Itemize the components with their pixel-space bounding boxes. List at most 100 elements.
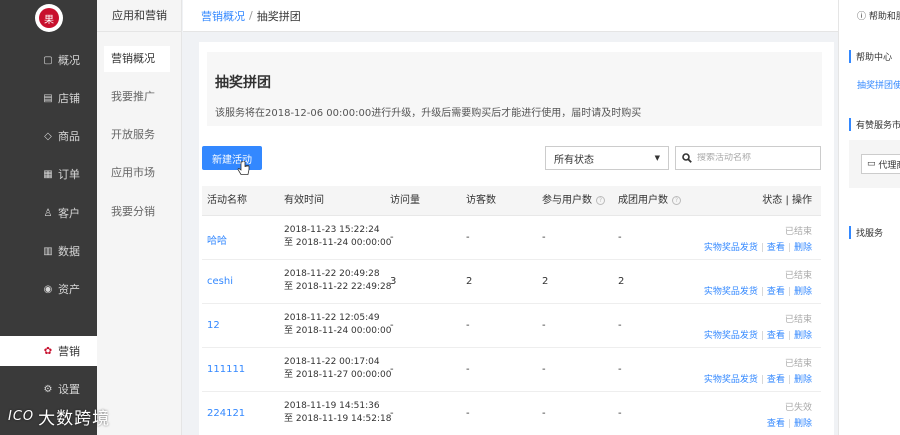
main-card: 抽奖拼团 该服务将在2018-12-06 00:00:00进行升级，升级后需要购… xyxy=(199,42,834,435)
table-row: 12 2018-11-22 12:05:49 至 2018-11-24 00:00:… xyxy=(202,304,821,348)
sidebar-item-label: 设置 xyxy=(58,383,80,396)
activity-name-link[interactable]: 哈哈 xyxy=(207,232,227,247)
service-market-heading: 有赞服务市场 xyxy=(849,118,900,131)
customer-icon: ♙ xyxy=(43,207,53,219)
marketing-icon: ✿ xyxy=(43,345,53,357)
op-separator: | xyxy=(787,419,791,429)
sidebar-item-customers[interactable]: ♙ 客户 xyxy=(0,198,97,228)
participants-value: - xyxy=(542,320,546,331)
activity-name-link[interactable]: 111111 xyxy=(207,364,245,375)
op-link[interactable]: 查看 xyxy=(767,419,785,429)
sidebar-item-label: 营销 xyxy=(58,345,80,358)
visitors-value: - xyxy=(466,232,470,243)
help-center-heading: 帮助中心 xyxy=(849,50,892,63)
subnav-item-open-service[interactable]: 开放服务 xyxy=(104,122,170,148)
search-input[interactable] xyxy=(697,153,817,163)
sidebar-item-settings[interactable]: ⚙ 设置 xyxy=(0,374,97,404)
sidebar-item-assets[interactable]: ◉ 资产 xyxy=(0,274,97,304)
op-link[interactable]: 删除 xyxy=(794,287,812,297)
visitors-value: 2 xyxy=(466,276,473,287)
end-time: 至 2018-11-22 22:49:28 xyxy=(284,282,392,292)
caret-down-icon: ▼ xyxy=(654,154,660,162)
subnav-header: 应用和营销 xyxy=(97,0,182,32)
op-link[interactable]: 实物奖品发货 xyxy=(704,287,758,297)
subnav-item-promote[interactable]: 我要推广 xyxy=(104,84,170,110)
valid-time: 2018-11-22 20:49:28 至 2018-11-22 22:49:28 xyxy=(284,268,391,294)
end-time: 至 2018-11-19 14:52:18 xyxy=(284,414,392,424)
op-separator: | xyxy=(787,243,791,253)
start-time: 2018-11-22 12:05:49 xyxy=(284,313,380,323)
status-select[interactable]: 所有状态 ▼ xyxy=(545,146,669,170)
col-name: 活动名称 xyxy=(207,195,247,206)
op-link[interactable]: 实物奖品发货 xyxy=(704,243,758,253)
col-visitors: 访客数 xyxy=(466,195,496,206)
sidebar-item-data[interactable]: ▥ 数据 xyxy=(0,236,97,266)
sidebar-item-overview[interactable]: ▢ 概况 xyxy=(0,45,97,75)
op-link[interactable]: 查看 xyxy=(767,375,785,385)
sidebar-item-label: 资产 xyxy=(58,283,80,296)
monitor-icon: ▢ xyxy=(43,54,53,66)
sidebar-item-label: 概况 xyxy=(58,54,80,67)
help-header[interactable]: ⓘ 帮助和服务 xyxy=(857,9,900,22)
help-tutorial-link[interactable]: 抽奖拼团使用教程 xyxy=(857,78,900,91)
activity-name-link[interactable]: ceshi xyxy=(207,276,233,287)
sidebar-item-store[interactable]: ▤ 店铺 xyxy=(0,83,97,113)
sidebar-item-label: 客户 xyxy=(58,207,80,220)
status-text: 已失效 xyxy=(784,403,812,413)
new-activity-button[interactable]: 新建活动 xyxy=(202,146,262,170)
op-link[interactable]: 删除 xyxy=(794,419,812,429)
visitors-value: - xyxy=(466,364,470,375)
visits-value: 3 xyxy=(390,276,397,287)
success-value: - xyxy=(618,320,622,331)
col-participants-label: 参与用户数 xyxy=(542,195,592,206)
success-value: 2 xyxy=(618,276,625,287)
status-text: 已结束 xyxy=(784,271,812,281)
op-separator: | xyxy=(787,375,791,385)
sidebar-item-marketing[interactable]: ✿ 营销 xyxy=(0,336,97,366)
op-separator: | xyxy=(760,287,764,297)
watermark: ICO 大数跨境 xyxy=(8,404,110,429)
success-value: - xyxy=(618,408,622,419)
search-box[interactable] xyxy=(675,146,821,170)
agent-button[interactable]: ▭ 代理商 xyxy=(861,154,900,174)
op-separator: | xyxy=(787,331,791,341)
op-link[interactable]: 删除 xyxy=(794,375,812,385)
visits-value: - xyxy=(390,408,394,419)
op-link[interactable]: 实物奖品发货 xyxy=(704,375,758,385)
app-logo[interactable]: 果 xyxy=(35,4,63,32)
op-link[interactable]: 查看 xyxy=(767,287,785,297)
help-circle-icon[interactable]: ? xyxy=(596,195,605,205)
visits-value: - xyxy=(390,320,394,331)
participants-value: - xyxy=(542,408,546,419)
message-icon: ▭ xyxy=(867,159,879,169)
find-service-heading: 找服务 xyxy=(849,226,883,239)
end-time: 至 2018-11-27 00:00:00 xyxy=(284,370,392,380)
hand-cursor-icon xyxy=(237,161,250,175)
sidebar-item-orders[interactable]: ▦ 订单 xyxy=(0,159,97,189)
tag-icon: ◇ xyxy=(44,130,52,142)
valid-time: 2018-11-23 15:22:24 至 2018-11-24 00:00:00 xyxy=(284,224,391,250)
help-circle-icon[interactable]: ? xyxy=(672,195,681,205)
chart-icon: ▥ xyxy=(43,245,53,257)
status-select-value: 所有状态 xyxy=(554,154,594,166)
subnav-item-overview[interactable]: 营销概况 xyxy=(104,46,170,72)
op-link[interactable]: 删除 xyxy=(794,331,812,341)
op-link[interactable]: 查看 xyxy=(767,331,785,341)
activity-name-link[interactable]: 12 xyxy=(207,320,220,331)
op-link[interactable]: 实物奖品发货 xyxy=(704,331,758,341)
service-box: ▭ 代理商 xyxy=(849,140,900,188)
activity-name-link[interactable]: 224121 xyxy=(207,408,245,419)
watermark-logo: ICO xyxy=(8,409,35,424)
subnav-item-distribution[interactable]: 我要分销 xyxy=(104,199,170,225)
visits-value: - xyxy=(390,232,394,243)
sidebar-item-goods[interactable]: ◇ 商品 xyxy=(0,121,97,151)
op-link[interactable]: 查看 xyxy=(767,243,785,253)
page-title: 抽奖拼团 xyxy=(215,75,271,91)
breadcrumb-parent-link[interactable]: 营销概况 xyxy=(201,8,245,24)
op-link[interactable]: 删除 xyxy=(794,243,812,253)
op-links: 实物奖品发货 | 查看 | 删除 xyxy=(704,372,812,385)
help-header-label: 帮助和服务 xyxy=(868,12,900,22)
col-time: 有效时间 xyxy=(284,195,324,206)
op-separator: | xyxy=(787,287,791,297)
subnav-item-app-market[interactable]: 应用市场 xyxy=(104,160,170,186)
